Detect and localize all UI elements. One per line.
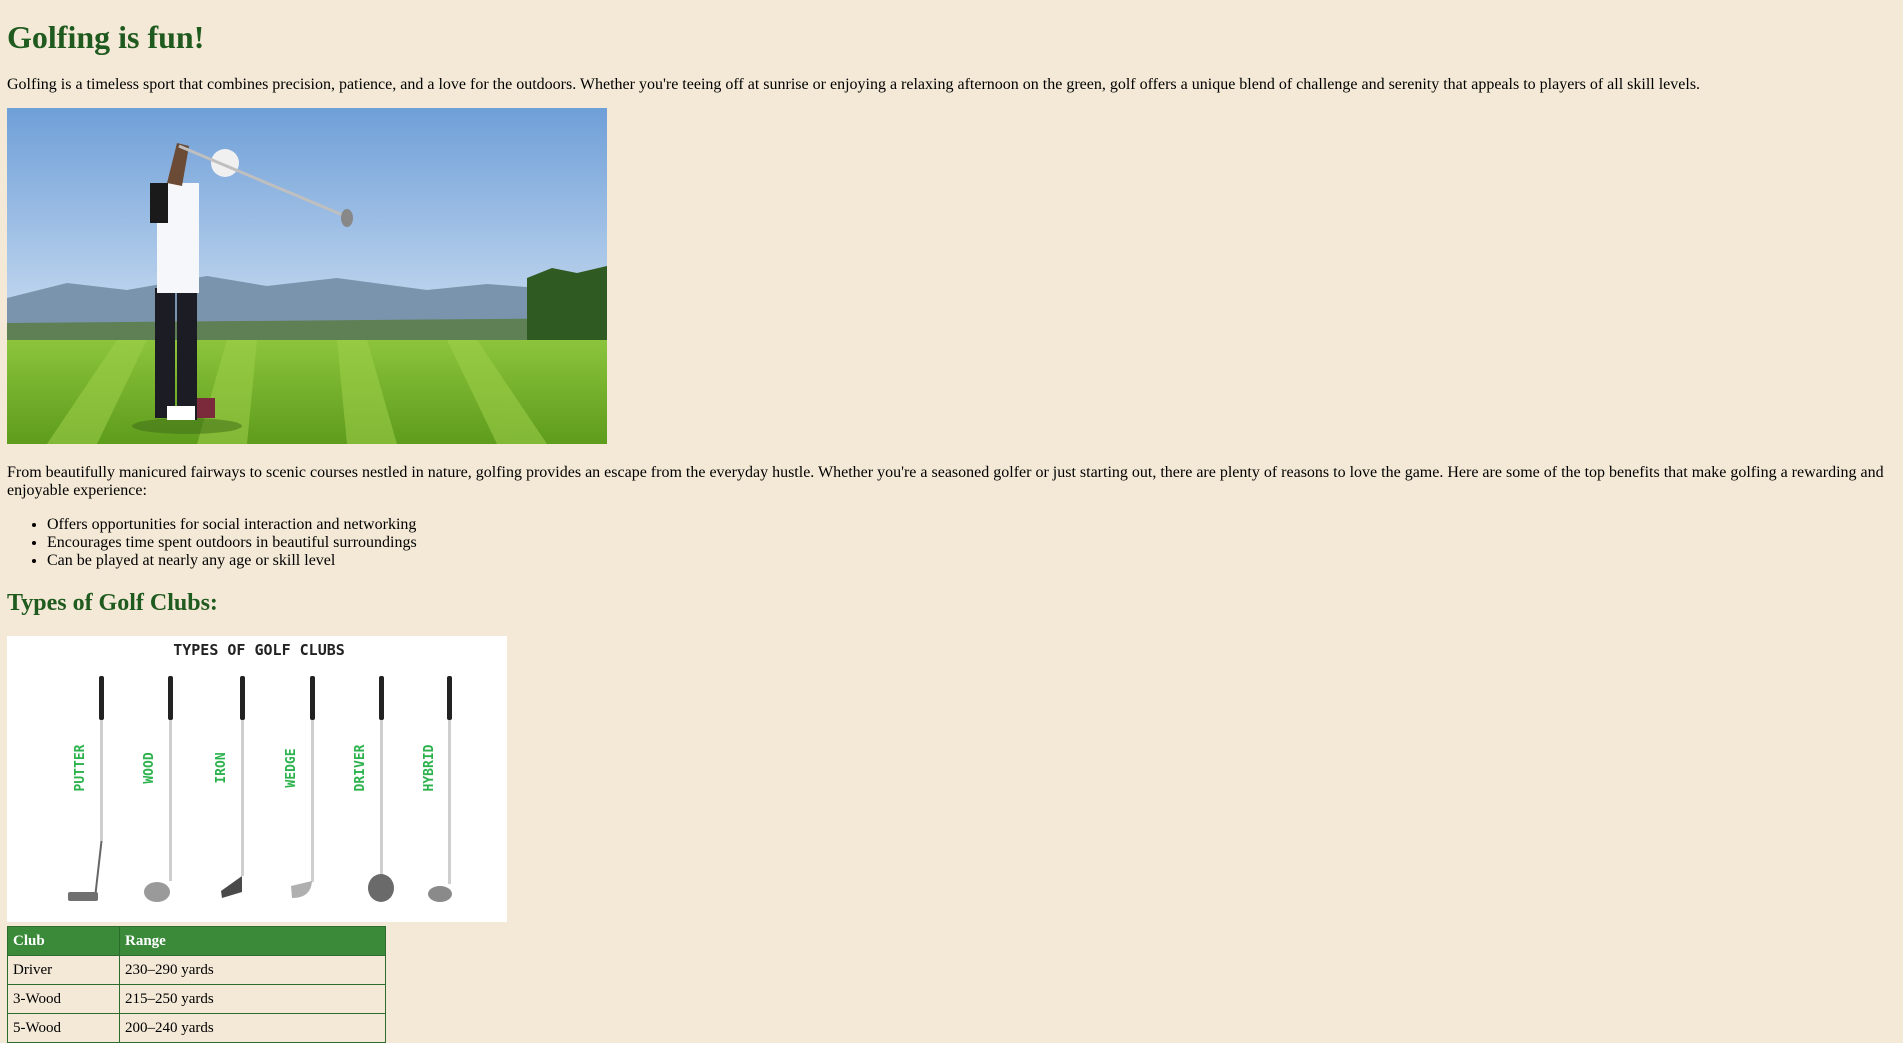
table-cell-club: 5-Wood xyxy=(7,1013,120,1043)
table-cell-club: Driver xyxy=(7,955,120,985)
table-cell-range: 200–240 yards xyxy=(119,1013,386,1043)
club-label-putter: PUTTER xyxy=(73,744,88,791)
column-header-range: Range xyxy=(119,926,386,956)
table-cell-range: 230–290 yards xyxy=(119,955,386,985)
table-row: 5-Wood 200–240 yards xyxy=(7,1013,386,1043)
club-label-wood: WOOD xyxy=(142,752,157,783)
clubs-range-table: Club Range Driver 230–290 yards 3-Wood 2… xyxy=(7,926,386,1043)
table-cell-range: 215–250 yards xyxy=(119,984,386,1014)
page-title: Golfing is fun! xyxy=(7,19,205,55)
club-label-driver: DRIVER xyxy=(353,744,368,791)
page-content: Golfing is fun! Golfing is a timeless sp… xyxy=(0,0,1903,1043)
body-paragraph: From beautifully manicured fairways to s… xyxy=(7,464,1884,499)
table-row: Driver 230–290 yards xyxy=(7,955,386,985)
club-label-iron: IRON xyxy=(214,752,229,783)
club-label-hybrid: HYBRID xyxy=(422,744,437,791)
intro-paragraph: Golfing is a timeless sport that combine… xyxy=(7,76,1701,93)
table-row: 3-Wood 215–250 yards xyxy=(7,984,386,1014)
column-header-club: Club xyxy=(7,926,120,956)
benefits-list: Offers opportunities for social interact… xyxy=(7,516,1896,570)
list-item: Offers opportunities for social interact… xyxy=(47,516,1896,534)
golf-clubs-figure: TYPES OF GOLF CLUBS PUTTER WOOD IRON WED… xyxy=(7,636,507,922)
clubs-heading: Types of Golf Clubs: xyxy=(7,590,218,616)
club-label-wedge: WEDGE xyxy=(284,748,299,787)
list-item: Encourages time spent outdoors in beauti… xyxy=(47,534,1896,552)
table-cell-club: 3-Wood xyxy=(7,984,120,1014)
clubs-figure-title: TYPES OF GOLF CLUBS xyxy=(173,641,345,659)
table-header-row: Club Range xyxy=(7,926,386,956)
golfer-photo xyxy=(7,108,607,444)
list-item: Can be played at nearly any age or skill… xyxy=(47,552,1896,570)
